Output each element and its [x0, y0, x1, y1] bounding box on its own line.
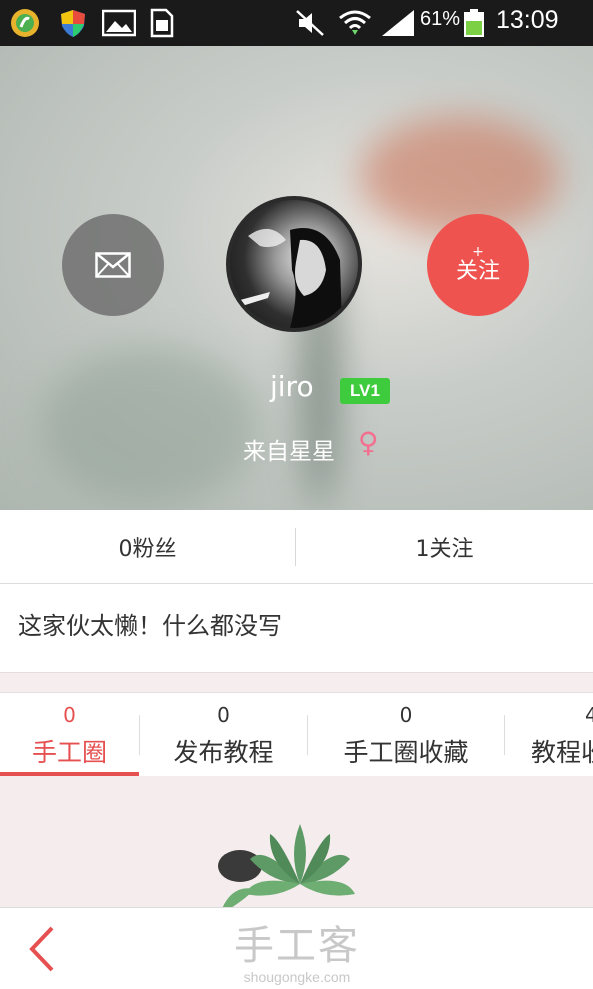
- level-badge: LV1: [340, 378, 390, 404]
- tab-label: 手工圈收藏: [343, 738, 469, 767]
- tab-count: 0: [399, 703, 413, 727]
- background-foliage: [40, 346, 260, 506]
- follow-plus: +: [472, 244, 484, 260]
- tab-count: 0: [217, 703, 230, 727]
- battery-icon: [464, 9, 484, 37]
- following-count[interactable]: 1关注: [296, 510, 593, 583]
- mail-icon: [95, 252, 131, 278]
- clock: 13:09: [496, 6, 559, 34]
- shield-icon: [61, 10, 85, 37]
- watermark-brand: 手工客: [234, 923, 360, 969]
- avatar[interactable]: [226, 196, 362, 332]
- tab-label: 手工圈: [31, 738, 107, 767]
- succulent-illustration: [218, 824, 355, 907]
- tab-circle-favorites[interactable]: 0 手工圈收藏: [308, 693, 504, 776]
- battery-percent: 61%: [420, 8, 461, 30]
- wifi-icon: [339, 10, 371, 35]
- signal-icon: [382, 10, 414, 36]
- gender-icon: ♀: [358, 426, 379, 459]
- tab-count: 4: [585, 703, 593, 727]
- watermark: 手工客 shougongke.com: [222, 913, 372, 985]
- bottom-bar: 手工客 shougongke.com: [0, 907, 593, 989]
- content-tabs: 0 手工圈 0 发布教程 0 手工圈收藏 4 教程收藏: [0, 692, 593, 777]
- follow-button[interactable]: + 关注: [427, 214, 529, 316]
- tab-tutorial-favorites[interactable]: 4 教程收藏: [505, 693, 593, 776]
- tab-count: 0: [63, 703, 76, 727]
- tab-handcraft-circle[interactable]: 0 手工圈: [0, 693, 139, 776]
- stats-row: 0粉丝 1关注: [0, 510, 593, 584]
- image-icon: [102, 9, 136, 37]
- status-bar: 61% 13:09: [0, 0, 593, 46]
- follow-label: 关注: [455, 259, 500, 284]
- followers-count[interactable]: 0粉丝: [0, 510, 295, 583]
- mute-icon: [296, 10, 324, 36]
- watermark-url: shougongke.com: [243, 969, 351, 985]
- tab-label: 教程收藏: [531, 738, 593, 767]
- tab-label: 发布教程: [173, 738, 274, 767]
- tab-published-tutorials[interactable]: 0 发布教程: [140, 693, 307, 776]
- location-text: 来自星星: [243, 439, 335, 465]
- bio-text: 这家伙太懒！什么都没写: [18, 612, 282, 640]
- username: jiro: [270, 370, 314, 403]
- bio-section: 这家伙太懒！什么都没写: [0, 584, 593, 673]
- avatar-image: [240, 228, 342, 328]
- profile-header: + 关注 jiro LV1 来自星星 ♀: [0, 46, 593, 510]
- sim-card-icon: [150, 8, 174, 38]
- message-button[interactable]: [62, 214, 164, 316]
- app-launcher-icon: [11, 9, 39, 37]
- empty-content-area: [0, 776, 593, 907]
- back-chevron-icon[interactable]: [18, 922, 68, 976]
